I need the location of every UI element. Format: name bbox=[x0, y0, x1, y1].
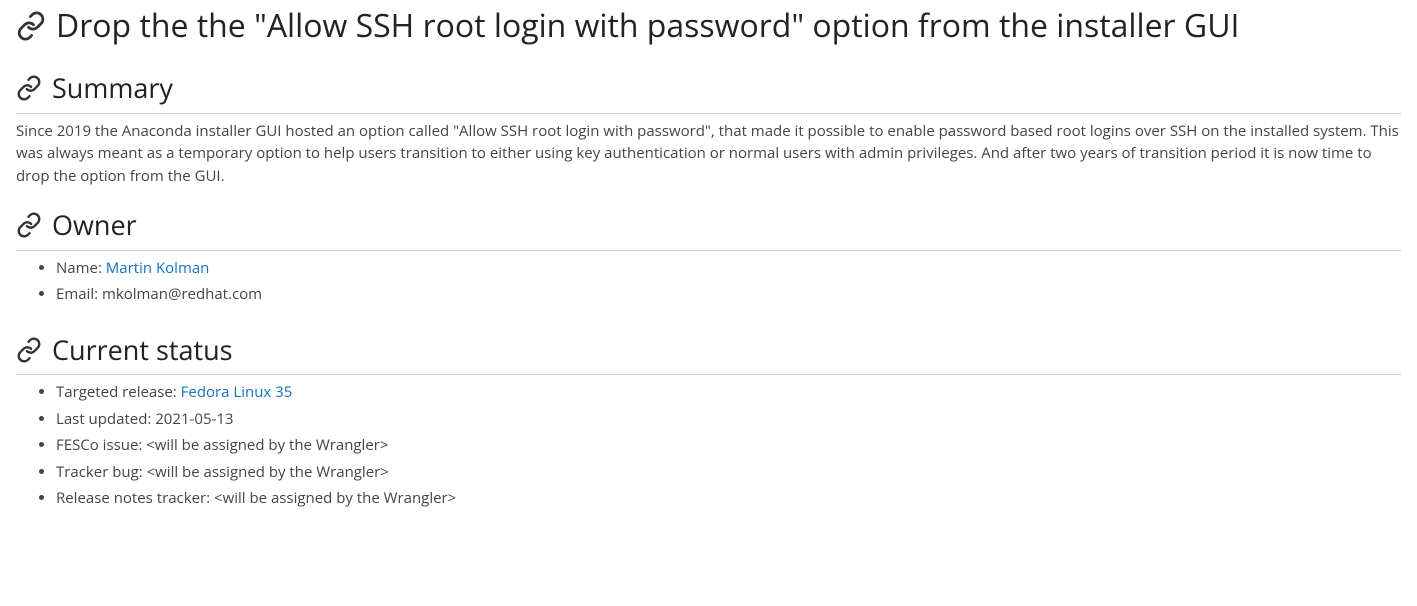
owner-heading-text: Owner bbox=[52, 205, 137, 246]
page-title-text: Drop the the "Allow SSH root login with … bbox=[56, 2, 1239, 50]
list-item: Email: mkolman@redhat.com bbox=[56, 283, 1401, 306]
list-item: Last updated: 2021-05-13 bbox=[56, 408, 1401, 431]
targeted-release-label: Targeted release: bbox=[56, 382, 181, 402]
status-list: Targeted release: Fedora Linux 35 Last u… bbox=[16, 381, 1401, 510]
list-item: Targeted release: Fedora Linux 35 bbox=[56, 381, 1401, 404]
targeted-release-link[interactable]: Fedora Linux 35 bbox=[181, 382, 293, 402]
list-item: Tracker bug: <will be assigned by the Wr… bbox=[56, 461, 1401, 484]
status-heading-text: Current status bbox=[52, 330, 233, 371]
summary-text: Since 2019 the Anaconda installer GUI ho… bbox=[16, 120, 1401, 188]
owner-heading: Owner bbox=[16, 205, 1401, 251]
list-item: Release notes tracker: <will be assigned… bbox=[56, 487, 1401, 510]
owner-list: Name: Martin Kolman Email: mkolman@redha… bbox=[16, 257, 1401, 306]
summary-heading: Summary bbox=[16, 68, 1401, 114]
link-icon[interactable] bbox=[16, 75, 42, 101]
list-item: FESCo issue: <will be assigned by the Wr… bbox=[56, 434, 1401, 457]
list-item: Name: Martin Kolman bbox=[56, 257, 1401, 280]
link-icon[interactable] bbox=[16, 11, 46, 41]
owner-name-label: Name: bbox=[56, 258, 106, 278]
link-icon[interactable] bbox=[16, 212, 42, 238]
status-heading: Current status bbox=[16, 330, 1401, 376]
owner-name-link[interactable]: Martin Kolman bbox=[106, 258, 210, 278]
link-icon[interactable] bbox=[16, 337, 42, 363]
owner-email: Email: mkolman@redhat.com bbox=[56, 284, 262, 304]
summary-heading-text: Summary bbox=[52, 68, 173, 109]
page-title: Drop the the "Allow SSH root login with … bbox=[16, 2, 1401, 50]
